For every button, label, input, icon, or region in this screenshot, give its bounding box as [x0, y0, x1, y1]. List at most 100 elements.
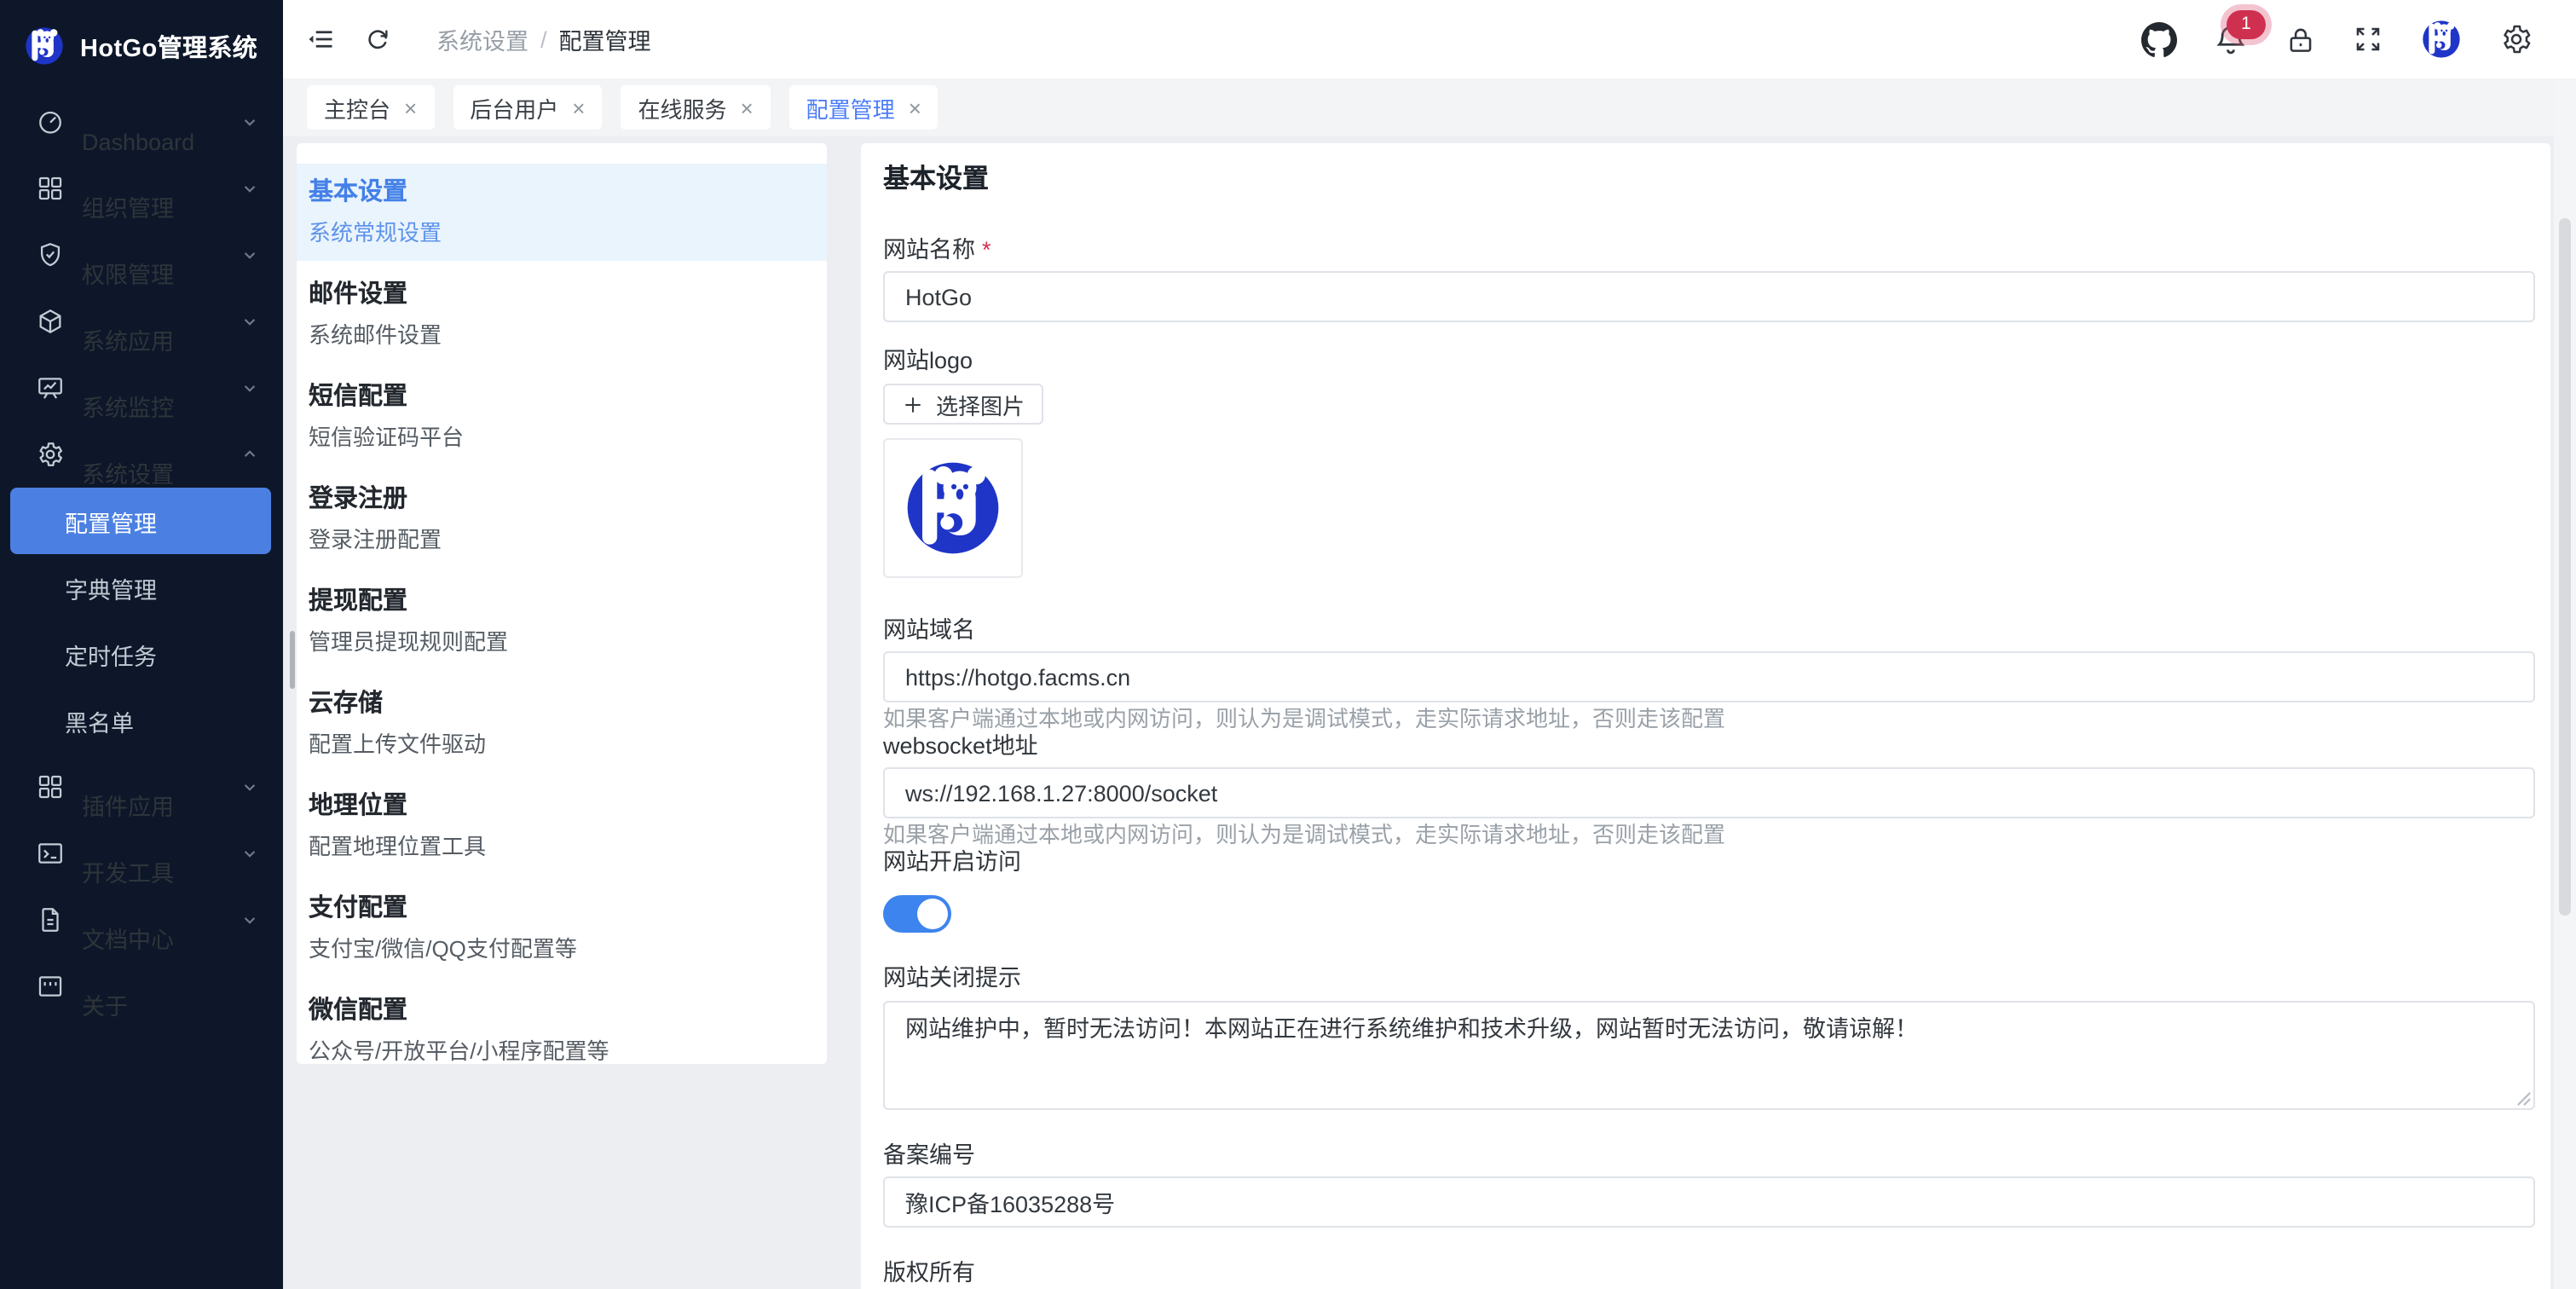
sidebar-item-label: 插件应用	[82, 795, 239, 819]
close-icon[interactable]: ×	[404, 96, 417, 118]
app-logo-icon	[22, 24, 66, 68]
domain-input[interactable]	[883, 651, 2535, 702]
notifications-bell-icon[interactable]: 1	[2213, 21, 2249, 57]
sidebar-item-organization[interactable]: 组织管理	[0, 155, 283, 222]
sidebar-item-system-monitor[interactable]: 系统监控	[0, 355, 283, 421]
sidebar-item-system-apps[interactable]: 系统应用	[0, 288, 283, 355]
tags-view-bar: 主控台 × 后台用户 × 在线服务 × 配置管理 ×	[283, 78, 2576, 136]
sidebar-menu: Dashboard 组织管理 权限管理	[0, 89, 283, 1020]
settings-menu-item-payment[interactable]: 支付配置 支付宝/微信/QQ支付配置等	[297, 875, 827, 977]
dashboard-icon	[36, 107, 65, 136]
top-header: 系统设置 / 配置管理 1	[283, 0, 2576, 78]
tab-online-service[interactable]: 在线服务 ×	[621, 85, 770, 130]
settings-menu-title: 短信配置	[309, 380, 827, 414]
close-tip-textarea-wrap: 网站维护中，暂时无法访问！本网站正在进行系统维护和技术升级，网站暂时无法访问，敬…	[883, 1001, 2535, 1110]
close-icon[interactable]: ×	[740, 96, 753, 118]
settings-menu-subtitle: 登录注册配置	[309, 525, 827, 556]
settings-menu-subtitle: 公众号/开放平台/小程序配置等	[309, 1037, 827, 1064]
settings-menu-title: 云存储	[309, 687, 827, 721]
site-name-label: 网站名称 *	[883, 239, 2535, 263]
settings-menu-title: 地理位置	[309, 789, 827, 824]
tab-label: 主控台	[324, 91, 390, 124]
site-open-toggle[interactable]	[883, 895, 951, 933]
chevron-down-icon	[239, 776, 261, 798]
github-icon[interactable]	[2141, 21, 2177, 57]
icp-label: 备案编号	[883, 1144, 2535, 1168]
breadcrumb-current[interactable]: 配置管理	[559, 22, 651, 56]
icp-input[interactable]	[883, 1176, 2535, 1228]
breadcrumb-separator: /	[540, 26, 547, 52]
sidebar-subitem-label: 字典管理	[65, 570, 157, 604]
sidebar-subitem-scheduled-tasks[interactable]: 定时任务	[0, 621, 283, 687]
sidebar-item-about[interactable]: 关于	[0, 953, 283, 1020]
chevron-down-icon	[239, 244, 261, 266]
label-text: 网站名称	[883, 239, 975, 263]
settings-menu-item-geo[interactable]: 地理位置 配置地理位置工具	[297, 772, 827, 875]
sidebar-item-label: 系统监控	[82, 396, 239, 420]
sidebar-subitem-dictionary[interactable]: 字典管理	[0, 554, 283, 621]
app-root: HotGo管理系统 Dashboard 组织管理	[0, 0, 2576, 1289]
site-logo-preview[interactable]	[883, 438, 1023, 578]
tab-console[interactable]: 主控台 ×	[307, 85, 434, 130]
sidebar-item-plugins[interactable]: 插件应用	[0, 754, 283, 820]
breadcrumb: 系统设置 / 配置管理	[436, 22, 651, 56]
settings-menu-item-sms[interactable]: 短信配置 短信验证码平台	[297, 363, 827, 465]
fullscreen-icon[interactable]	[2353, 24, 2383, 55]
header-left: 系统设置 / 配置管理	[283, 22, 651, 56]
chevron-down-icon	[239, 909, 261, 931]
sidebar-item-label: 开发工具	[82, 862, 239, 886]
resize-handle[interactable]	[2516, 1091, 2532, 1107]
sidebar-item-permissions[interactable]: 权限管理	[0, 222, 283, 288]
site-name-input[interactable]	[883, 271, 2535, 322]
settings-menu-item-basic[interactable]: 基本设置 系统常规设置	[297, 164, 827, 261]
grid-icon	[36, 174, 65, 203]
choose-image-button[interactable]: 选择图片	[883, 384, 1043, 425]
tab-config-management[interactable]: 配置管理 ×	[789, 85, 939, 130]
tab-label: 在线服务	[638, 91, 726, 124]
header-actions: 1	[2141, 17, 2576, 61]
page-scrollbar-track[interactable]	[2554, 78, 2576, 1289]
refresh-icon[interactable]	[363, 25, 392, 54]
close-icon[interactable]: ×	[572, 96, 585, 118]
websocket-help-text: 如果客户端通过本地或内网访问，则认为是调试模式，走实际请求地址，否则走该配置	[883, 824, 2535, 847]
document-icon	[36, 905, 65, 934]
sidebar-item-label: 系统设置	[82, 463, 239, 487]
close-icon[interactable]: ×	[909, 96, 921, 118]
sidebar-collapse-icon[interactable]	[305, 24, 336, 55]
settings-menu-title: 登录注册	[309, 483, 827, 517]
close-tip-textarea[interactable]: 网站维护中，暂时无法访问！本网站正在进行系统维护和技术升级，网站暂时无法访问，敬…	[883, 1001, 2535, 1110]
sidebar-item-system-settings[interactable]: 系统设置	[0, 421, 283, 488]
sidebar-subitem-label: 配置管理	[65, 504, 157, 538]
settings-menu-subtitle: 配置上传文件驱动	[309, 730, 827, 760]
settings-menu-item-cloud-storage[interactable]: 云存储 配置上传文件驱动	[297, 670, 827, 772]
toggle-knob	[917, 899, 948, 929]
settings-menu-item-withdraw[interactable]: 提现配置 管理员提现规则配置	[297, 568, 827, 670]
label-text: 网站关闭提示	[883, 967, 1021, 991]
websocket-label: websocket地址	[883, 735, 2535, 759]
lock-icon[interactable]	[2284, 23, 2317, 55]
settings-menu-item-login[interactable]: 登录注册 登录注册配置	[297, 465, 827, 568]
sidebar-item-dev-tools[interactable]: 开发工具	[0, 820, 283, 887]
settings-gear-icon[interactable]	[2499, 22, 2533, 56]
breadcrumb-section[interactable]: 系统设置	[436, 22, 528, 56]
settings-menu-title: 基本设置	[309, 176, 827, 210]
settings-menu-subtitle: 配置地理位置工具	[309, 832, 827, 863]
sidebar-subitem-config-management[interactable]: 配置管理	[10, 488, 271, 554]
user-avatar[interactable]	[2419, 17, 2463, 61]
sidebar-item-docs[interactable]: 文档中心	[0, 887, 283, 953]
sidebar-item-label: Dashboard	[82, 130, 239, 154]
sidebar-subitem-blacklist[interactable]: 黑名单	[0, 687, 283, 754]
settings-panel-scrollbar[interactable]	[290, 631, 295, 689]
sidebar-item-dashboard[interactable]: Dashboard	[0, 89, 283, 155]
settings-menu-item-email[interactable]: 邮件设置 系统邮件设置	[297, 261, 827, 363]
websocket-input[interactable]	[883, 767, 2535, 818]
label-text: 网站开启访问	[883, 851, 1021, 875]
tab-admin-users[interactable]: 后台用户 ×	[453, 85, 602, 130]
notification-badge: 1	[2227, 9, 2266, 38]
label-text: 网站logo	[883, 350, 973, 373]
page-scrollbar-thumb[interactable]	[2559, 218, 2571, 916]
app-logo-row[interactable]: HotGo管理系统	[0, 0, 283, 75]
settings-menu-item-wechat[interactable]: 微信配置 公众号/开放平台/小程序配置等	[297, 977, 827, 1064]
sidebar-item-label: 权限管理	[82, 263, 239, 287]
settings-menu-panel: 基本设置 系统常规设置 邮件设置 系统邮件设置 短信配置 短信验证码平台 登录注…	[297, 143, 827, 1064]
